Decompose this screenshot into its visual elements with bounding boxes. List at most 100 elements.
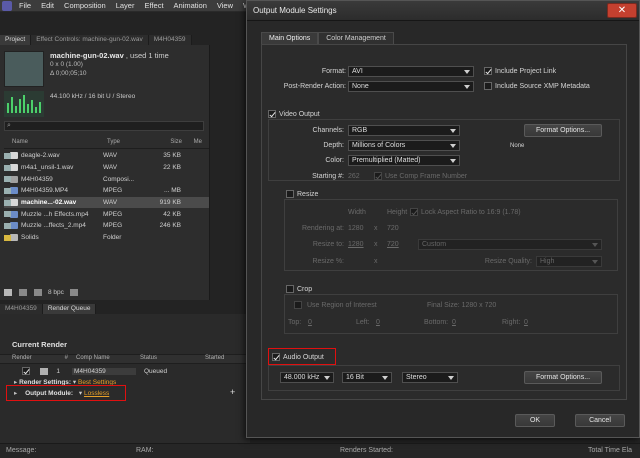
status-renders-started: Renders Started: — [340, 447, 393, 454]
project-search-input[interactable]: ⌕ — [4, 121, 204, 131]
status-ram: RAM: — [136, 447, 154, 454]
starting-number-label: Starting #: — [312, 173, 344, 180]
label-swatch[interactable] — [4, 176, 11, 183]
depth-dropdown[interactable]: Millions of Colors — [348, 140, 460, 151]
main-options-panel: Format: AVI Include Project Link Post-Re… — [261, 44, 627, 400]
col-status[interactable]: Status — [140, 355, 205, 363]
list-item-selected[interactable]: machine...-02.wav WAV 919 KB — [4, 196, 209, 209]
new-folder-icon[interactable] — [4, 288, 12, 296]
audio-file-icon — [10, 152, 18, 160]
audio-format-options-button[interactable]: Format Options... — [524, 371, 602, 384]
project-file-list: deagle-2.wav WAV 35 KB m4a1_unsil-1.wav … — [4, 150, 209, 244]
audio-file-icon — [10, 199, 18, 207]
video-format-options-button[interactable]: Format Options... — [524, 124, 602, 137]
label-swatch[interactable] — [4, 211, 11, 218]
footage-thumbnail — [4, 51, 44, 87]
col-number[interactable]: # — [28, 355, 68, 363]
bit-depth-dropdown[interactable]: 16 Bit — [342, 372, 392, 383]
col-name[interactable]: Name — [4, 139, 95, 148]
lock-aspect-checkbox[interactable] — [410, 208, 418, 216]
tab-effect-controls[interactable]: Effect Controls: machine-gun-02.wav — [31, 35, 149, 45]
menu-view[interactable]: View — [212, 1, 238, 10]
rendering-at-label: Rendering at: — [301, 225, 344, 232]
interpret-footage-icon[interactable] — [34, 288, 42, 296]
post-render-dropdown[interactable]: None — [348, 81, 474, 92]
starting-number-value[interactable]: 262 — [348, 173, 360, 180]
list-item[interactable]: M4H04359 Composi... — [4, 173, 209, 185]
label-swatch[interactable] — [4, 152, 11, 159]
list-item[interactable]: M4H04359.MP4 MPEG ... MB — [4, 185, 209, 197]
label-swatch[interactable] — [40, 367, 48, 375]
include-xmp-checkbox[interactable] — [484, 82, 492, 90]
tab-main-options[interactable]: Main Options — [261, 32, 319, 44]
format-dropdown[interactable]: AVI — [348, 66, 474, 77]
resize-preset-dropdown[interactable]: Custom — [418, 239, 602, 250]
final-size-label: Final Size: 1280 x 720 — [427, 302, 497, 309]
resize-checkbox[interactable] — [286, 190, 294, 198]
ok-button[interactable]: OK — [515, 414, 555, 427]
video-output-checkbox[interactable] — [268, 110, 276, 118]
new-comp-icon[interactable] — [19, 288, 27, 296]
sample-rate-dropdown[interactable]: 48.000 kHz — [280, 372, 334, 383]
list-item[interactable]: deagle-2.wav WAV 35 KB — [4, 150, 209, 162]
crop-top-label: Top: — [288, 319, 302, 326]
video-output-label: Video Output — [279, 111, 320, 118]
list-item[interactable]: Muzzle ...ffects_2.mp4 MPEG 246 KB — [4, 220, 209, 232]
height-label: Height — [387, 209, 408, 216]
menu-animation[interactable]: Animation — [169, 1, 212, 10]
color-dropdown[interactable]: Premultiplied (Matted) — [348, 155, 460, 166]
menu-effect[interactable]: Effect — [139, 1, 168, 10]
audio-file-icon — [10, 164, 18, 172]
col-media[interactable]: Me — [182, 139, 202, 148]
crop-bottom-field[interactable]: 0 — [452, 319, 456, 326]
tab-render-queue[interactable]: Render Queue — [42, 304, 97, 314]
crop-left-field[interactable]: 0 — [376, 319, 380, 326]
cancel-button[interactable]: Cancel — [575, 414, 625, 427]
label-swatch[interactable] — [4, 164, 11, 171]
comp-name: M4H04359 — [72, 367, 136, 375]
col-size[interactable]: Size — [150, 139, 182, 148]
crop-right-field[interactable]: 0 — [524, 319, 528, 326]
resize-quality-dropdown[interactable]: High — [536, 256, 602, 267]
render-status: Queued — [144, 367, 168, 375]
render-queue-row[interactable]: 1 M4H04359 Queued — [0, 366, 250, 376]
resize-height-field[interactable]: 720 — [387, 241, 399, 248]
render-checkbox[interactable] — [22, 367, 30, 375]
add-output-module-icon[interactable]: + — [230, 387, 235, 397]
channels-dropdown[interactable]: RGB — [348, 125, 460, 136]
close-icon[interactable]: ✕ — [607, 3, 637, 18]
resize-width-field[interactable]: 1280 — [348, 241, 364, 248]
menu-layer[interactable]: Layer — [111, 1, 140, 10]
list-item[interactable]: Solids Folder — [4, 232, 209, 244]
crop-label: Crop — [297, 286, 313, 293]
col-render[interactable]: Render — [0, 355, 32, 363]
include-project-link-label: Include Project Link — [495, 68, 557, 75]
dialog-title-bar: Output Module Settings ✕ — [247, 1, 639, 21]
crop-checkbox[interactable] — [286, 285, 294, 293]
trash-icon[interactable] — [69, 288, 78, 296]
crop-group — [284, 294, 618, 334]
include-project-link-checkbox[interactable] — [484, 67, 492, 75]
label-swatch[interactable] — [4, 222, 11, 229]
col-type[interactable]: Type — [95, 139, 150, 148]
tab-comp[interactable]: M4H04359 — [148, 35, 192, 45]
tab-project[interactable]: Project — [0, 35, 32, 45]
label-swatch[interactable] — [4, 199, 11, 206]
use-comp-frame-checkbox[interactable] — [374, 172, 382, 180]
col-started[interactable]: Started — [205, 355, 224, 363]
menu-file[interactable]: File — [14, 1, 36, 10]
list-item[interactable]: m4a1_unsil-1.wav WAV 22 KB — [4, 162, 209, 174]
crop-top-field[interactable]: 0 — [308, 319, 312, 326]
label-swatch[interactable] — [4, 234, 11, 241]
audio-channels-dropdown[interactable]: Stereo — [402, 372, 458, 383]
menu-edit[interactable]: Edit — [36, 1, 59, 10]
tab-color-management[interactable]: Color Management — [318, 32, 394, 44]
bpc-indicator[interactable]: 8 bpc — [48, 289, 64, 296]
use-roi-checkbox[interactable] — [294, 301, 302, 309]
tab-comp-timeline[interactable]: M4H04359 — [0, 304, 43, 314]
highlight-box — [6, 385, 126, 401]
menu-composition[interactable]: Composition — [59, 1, 111, 10]
col-comp-name[interactable]: Comp Name — [68, 355, 140, 363]
list-item[interactable]: Muzzle ...h Effects.mp4 MPEG 42 KB — [4, 208, 209, 220]
label-swatch[interactable] — [4, 187, 11, 194]
